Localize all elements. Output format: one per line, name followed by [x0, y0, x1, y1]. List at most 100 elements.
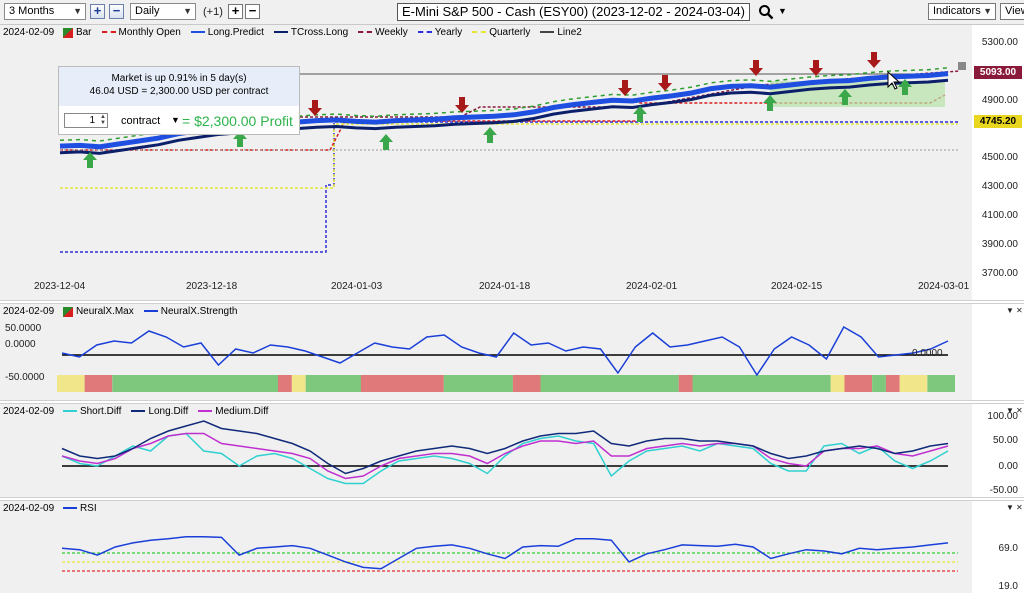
y-tick-label: 0.0000 — [912, 348, 943, 359]
indicators-button[interactable]: Indicators ▼ — [928, 3, 996, 20]
price-panel: 2024-02-09 Bar Monthly Open Long.Predict TC… — [0, 25, 1024, 300]
x-tick-label: 2024-03-01 — [918, 281, 970, 292]
offset-label: (+1) — [203, 6, 223, 18]
y-tick-label: -50.00 — [989, 485, 1018, 496]
price-plot-area[interactable]: 2024-02-09 Bar Monthly Open Long.Predict TC… — [0, 25, 972, 300]
y-tick-label: 50.0000 — [5, 323, 42, 334]
range-select[interactable]: 3 Months ▼ — [4, 3, 86, 20]
rsi-legend-date: 2024-02-09 — [3, 503, 55, 515]
neural-max-segment — [360, 375, 444, 392]
neural-legend-date: 2024-02-09 — [3, 306, 55, 318]
sell-arrow-icon — [455, 97, 469, 113]
legend-label: RSI — [79, 503, 97, 514]
legend-item[interactable]: Line2 — [540, 27, 582, 38]
legend-label: Weekly — [375, 27, 408, 38]
legend-item[interactable]: Yearly — [417, 27, 463, 38]
symbol-title[interactable]: E-Mini S&P 500 - Cash (ESY00) (2023-12-0… — [397, 3, 750, 21]
legend-label: TCross.Long — [290, 27, 349, 38]
legend-item[interactable]: TCross.Long — [273, 27, 349, 38]
neural-max-segment — [443, 375, 513, 392]
legend-swatch-icon — [540, 30, 555, 33]
y-tick-label: 4300.00 — [981, 181, 1018, 192]
y-tick-label: 3700.00 — [981, 268, 1018, 279]
legend-item[interactable]: Medium.Diff — [198, 406, 268, 417]
legend-label: Yearly — [434, 27, 463, 38]
search-icon[interactable] — [758, 4, 774, 20]
profit-info-panel: Market is up 0.91% in 5 day(s) 46.04 USD… — [58, 66, 300, 135]
price-legend: 2024-02-09 Bar Monthly Open Long.Predict TC… — [3, 27, 592, 40]
rsi-panel: 2024-02-09 RSI ▼ ✕ 69.0 19.0 — [0, 501, 1024, 593]
neural-strength-line — [61, 325, 949, 377]
search-menu-chevron-icon[interactable]: ▼ — [778, 6, 787, 16]
neural-max-segment — [540, 375, 679, 392]
legend-item[interactable]: Long.Diff — [131, 406, 188, 417]
rsi-y-axis[interactable]: ▼ ✕ 69.0 19.0 — [972, 501, 1024, 593]
legend-item[interactable]: Weekly — [358, 27, 408, 38]
legend-item[interactable]: NeuralX.Strength — [143, 306, 237, 317]
neural-max-segment — [927, 375, 955, 392]
range-add-button[interactable]: + — [90, 4, 105, 19]
diff-y-axis[interactable]: ▼ ✕ 100.00 50.00 0.00 -50.00 — [972, 404, 1024, 497]
scroll-handle[interactable] — [958, 62, 966, 70]
sell-arrow-icon — [308, 100, 322, 116]
market-move-text: Market is up 0.91% in 5 day(s) — [111, 73, 247, 84]
legend-item[interactable]: Short.Diff — [62, 406, 122, 417]
legend-item[interactable]: Long.Predict — [190, 27, 264, 38]
legend-label: Long.Diff — [148, 406, 189, 417]
price-y-axis[interactable]: 5300.00 5093.00 4900.00 4745.20 4500.00 … — [972, 25, 1024, 300]
sell-arrow-icon — [618, 80, 632, 96]
legend-item[interactable]: Monthly Open — [101, 27, 181, 38]
legend-swatch-icon — [472, 30, 487, 33]
y-tick-label: 19.0 — [998, 581, 1018, 592]
legend-label: Line2 — [557, 27, 582, 38]
neural-max-segment — [278, 375, 292, 392]
collapse-panel-icon[interactable]: ▼ — [1006, 503, 1014, 512]
legend-swatch-icon — [143, 309, 158, 312]
x-tick-label: 2023-12-18 — [186, 281, 238, 292]
legend-label: Monthly Open — [118, 27, 181, 38]
neural-legend: 2024-02-09 NeuralX.Max NeuralX.Strength — [3, 306, 247, 319]
contract-dropdown-icon[interactable]: ▼ — [171, 115, 180, 125]
buy-arrow-icon — [483, 127, 497, 143]
diff-legend-items: Short.Diff Long.Diff Medium.Diff — [62, 406, 279, 417]
legend-item[interactable]: RSI — [62, 503, 97, 514]
contract-quantity-input[interactable]: 1 ▲ ▼ — [64, 113, 108, 128]
legend-label: NeuralX.Max — [75, 306, 134, 317]
chevron-down-icon: ▼ — [73, 6, 82, 16]
y-tick-label: 3900.00 — [981, 239, 1018, 250]
legend-item[interactable]: Bar — [62, 27, 92, 38]
collapse-panel-icon[interactable]: ▼ — [1006, 306, 1014, 315]
offset-add-button[interactable]: + — [228, 4, 243, 19]
close-panel-icon[interactable]: ✕ — [1016, 306, 1023, 315]
legend-swatch-icon — [131, 409, 146, 412]
neural-max-segment — [57, 375, 85, 392]
x-tick-label: 2023-12-04 — [34, 281, 86, 292]
neural-max-segment — [899, 375, 928, 392]
neural-max-segment — [305, 375, 361, 392]
legend-swatch-icon — [198, 409, 213, 412]
buy-arrow-icon — [379, 134, 393, 150]
legend-item[interactable]: NeuralX.Max — [62, 306, 134, 317]
diff-legend-date: 2024-02-09 — [3, 406, 55, 418]
close-panel-icon[interactable]: ✕ — [1016, 503, 1023, 512]
range-remove-button[interactable]: − — [109, 4, 124, 19]
neural-max-segment — [678, 375, 693, 392]
x-tick-label: 2024-02-15 — [771, 281, 823, 292]
legend-label: Medium.Diff — [215, 406, 269, 417]
interval-select[interactable]: Daily ▼ — [130, 3, 196, 20]
diff-legend: 2024-02-09 Short.Diff Long.Diff Medium.Dif… — [3, 406, 278, 419]
quantity-spinner-icon[interactable]: ▲ ▼ — [100, 114, 106, 126]
legend-label: Short.Diff — [79, 406, 122, 417]
rsi-plot-area[interactable]: 2024-02-09 RSI — [0, 501, 972, 593]
neural-y-axis[interactable]: ▼ ✕ 0.0000 — [912, 304, 1024, 400]
neural-max-segment — [512, 375, 541, 392]
legend-swatch-icon — [273, 30, 288, 33]
diff-plot-area[interactable]: 2024-02-09 Short.Diff Long.Diff Medium.Dif… — [0, 404, 972, 497]
y-tick-label: 50.00 — [992, 435, 1018, 446]
offset-remove-button[interactable]: − — [245, 4, 260, 19]
view-button[interactable]: View — [1000, 3, 1024, 20]
neural-plot-area[interactable]: 2024-02-09 NeuralX.Max NeuralX.Strength — [0, 304, 972, 400]
y-tick-label: 69.0 — [998, 543, 1018, 554]
legend-label: Quarterly — [489, 27, 531, 38]
legend-item[interactable]: Quarterly — [472, 27, 530, 38]
